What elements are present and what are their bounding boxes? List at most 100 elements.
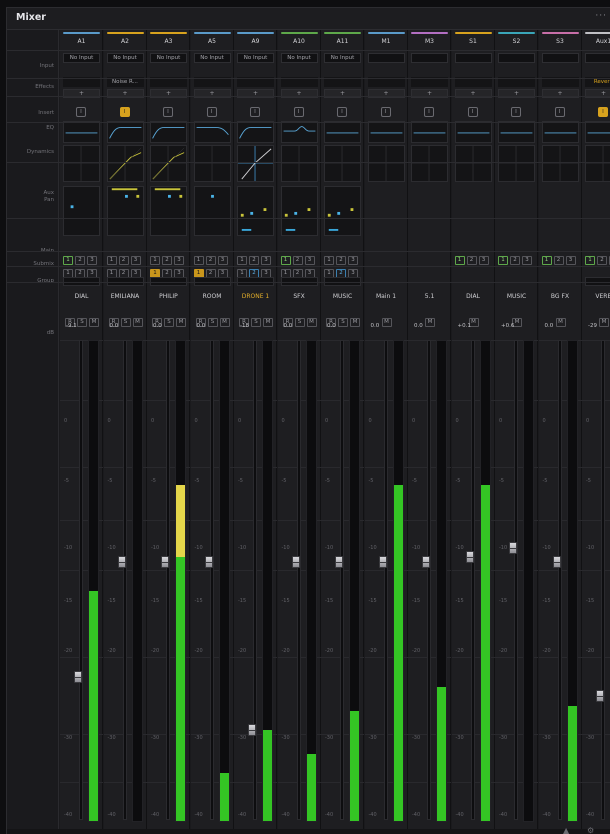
main-bus-1-button[interactable]: 1 (454, 256, 465, 265)
mute-button[interactable]: M (306, 318, 317, 327)
main-bus-2-button[interactable]: 2 (553, 256, 564, 265)
aux-pan-control[interactable] (280, 186, 318, 236)
fader-knob[interactable] (291, 556, 300, 568)
fader-knob[interactable] (378, 556, 387, 568)
dynamics-graph[interactable] (411, 145, 448, 182)
insert-toggle[interactable]: I (598, 107, 608, 117)
eq-graph[interactable] (150, 121, 187, 143)
insert-toggle[interactable]: I (293, 107, 304, 117)
insert-toggle[interactable]: I (467, 107, 478, 117)
main-bus-3-button[interactable]: 3 (522, 256, 532, 265)
eq-graph[interactable] (367, 121, 405, 143)
aux-pan-control[interactable] (585, 186, 610, 236)
fader-knob[interactable] (422, 556, 430, 568)
eq-graph[interactable] (280, 121, 318, 143)
input-select[interactable]: No Input (324, 53, 361, 63)
main-bus-2-button[interactable]: 2 (466, 256, 477, 265)
mute-button[interactable]: M (89, 318, 99, 327)
main-bus-2-button[interactable]: 2 (510, 256, 520, 265)
fader-knob[interactable] (248, 724, 256, 736)
dynamics-graph[interactable] (585, 145, 610, 182)
eq-graph[interactable] (411, 121, 448, 143)
fader-knob[interactable] (204, 556, 213, 568)
fader-knob[interactable] (74, 671, 82, 684)
eq-graph[interactable] (498, 121, 535, 143)
input-select[interactable]: No Input (150, 53, 187, 63)
aux-pan-control[interactable] (541, 186, 579, 236)
insert-toggle[interactable]: I (380, 107, 391, 117)
aux-pan-control[interactable] (63, 186, 100, 236)
eq-graph[interactable] (63, 121, 100, 143)
aux-pan-control[interactable] (150, 186, 187, 236)
eq-graph[interactable] (106, 121, 144, 143)
up-arrow-icon[interactable]: ▲ (563, 826, 569, 834)
fader-knob[interactable] (509, 541, 517, 554)
dynamics-graph[interactable] (541, 145, 579, 182)
insert-toggle[interactable]: I (511, 107, 521, 117)
main-bus-1-button[interactable]: 1 (585, 256, 595, 265)
main-bus-3-button[interactable]: 3 (478, 256, 489, 265)
mute-button[interactable]: M (555, 318, 566, 327)
aux-pan-control[interactable] (498, 186, 535, 236)
dynamics-graph[interactable] (106, 145, 144, 182)
main-bus-3-button[interactable]: 3 (565, 256, 576, 265)
fader-knob[interactable] (552, 556, 561, 568)
solo-button[interactable]: S (251, 318, 261, 327)
solo-button[interactable]: S (120, 318, 131, 327)
more-options-icon[interactable]: ··· (595, 11, 607, 21)
aux-pan-control[interactable] (411, 186, 448, 236)
eq-graph[interactable] (454, 121, 492, 143)
solo-button[interactable]: S (164, 318, 174, 327)
fader-knob[interactable] (335, 556, 343, 568)
aux-pan-control[interactable] (367, 186, 405, 236)
dynamics-graph[interactable] (237, 145, 274, 182)
dynamics-graph[interactable] (193, 145, 231, 182)
dynamics-graph[interactable] (498, 145, 535, 182)
mute-button[interactable]: M (219, 318, 230, 327)
aux-pan-control[interactable] (193, 186, 231, 236)
dynamics-graph[interactable] (150, 145, 187, 182)
insert-toggle[interactable]: I (554, 107, 565, 117)
input-select-empty[interactable] (454, 53, 492, 63)
eq-graph[interactable] (237, 121, 274, 143)
input-select[interactable]: No Input (193, 53, 231, 63)
dynamics-graph[interactable] (324, 145, 361, 182)
mute-button[interactable]: M (263, 318, 273, 327)
solo-button[interactable]: S (294, 318, 305, 327)
aux-pan-control[interactable] (324, 186, 361, 236)
insert-toggle[interactable]: I (206, 107, 217, 117)
main-bus-1-button[interactable]: 1 (498, 256, 508, 265)
fader-knob[interactable] (117, 556, 126, 568)
mute-button[interactable]: M (132, 318, 143, 327)
input-select-empty[interactable] (367, 53, 405, 63)
input-select[interactable]: No Input (237, 53, 274, 63)
input-select[interactable]: No Input (280, 53, 318, 63)
input-select-empty[interactable] (585, 53, 610, 63)
main-bus-1-button[interactable]: 1 (541, 256, 552, 265)
input-select-empty[interactable] (498, 53, 535, 63)
insert-toggle[interactable]: I (163, 107, 173, 117)
mute-button[interactable]: M (350, 318, 360, 327)
solo-button[interactable]: S (77, 318, 87, 327)
dynamics-graph[interactable] (367, 145, 405, 182)
aux-pan-control[interactable] (106, 186, 144, 236)
insert-toggle[interactable]: I (76, 107, 86, 117)
solo-button[interactable]: S (338, 318, 348, 327)
insert-toggle[interactable]: I (337, 107, 347, 117)
fader-knob[interactable] (465, 551, 474, 564)
mute-button[interactable]: M (176, 318, 186, 327)
settings-icon[interactable]: ⚙ (587, 826, 594, 834)
dynamics-graph[interactable] (454, 145, 492, 182)
eq-graph[interactable] (585, 121, 610, 143)
fader-knob[interactable] (161, 556, 169, 568)
insert-toggle[interactable]: I (119, 107, 130, 117)
input-select[interactable]: No Input (106, 53, 144, 63)
input-select-empty[interactable] (411, 53, 448, 63)
mute-button[interactable]: M (381, 318, 392, 327)
mute-button[interactable]: M (425, 318, 435, 327)
mute-button[interactable]: M (599, 318, 609, 327)
insert-toggle[interactable]: I (424, 107, 434, 117)
eq-graph[interactable] (324, 121, 361, 143)
eq-graph[interactable] (193, 121, 231, 143)
aux-pan-control[interactable] (454, 186, 492, 236)
